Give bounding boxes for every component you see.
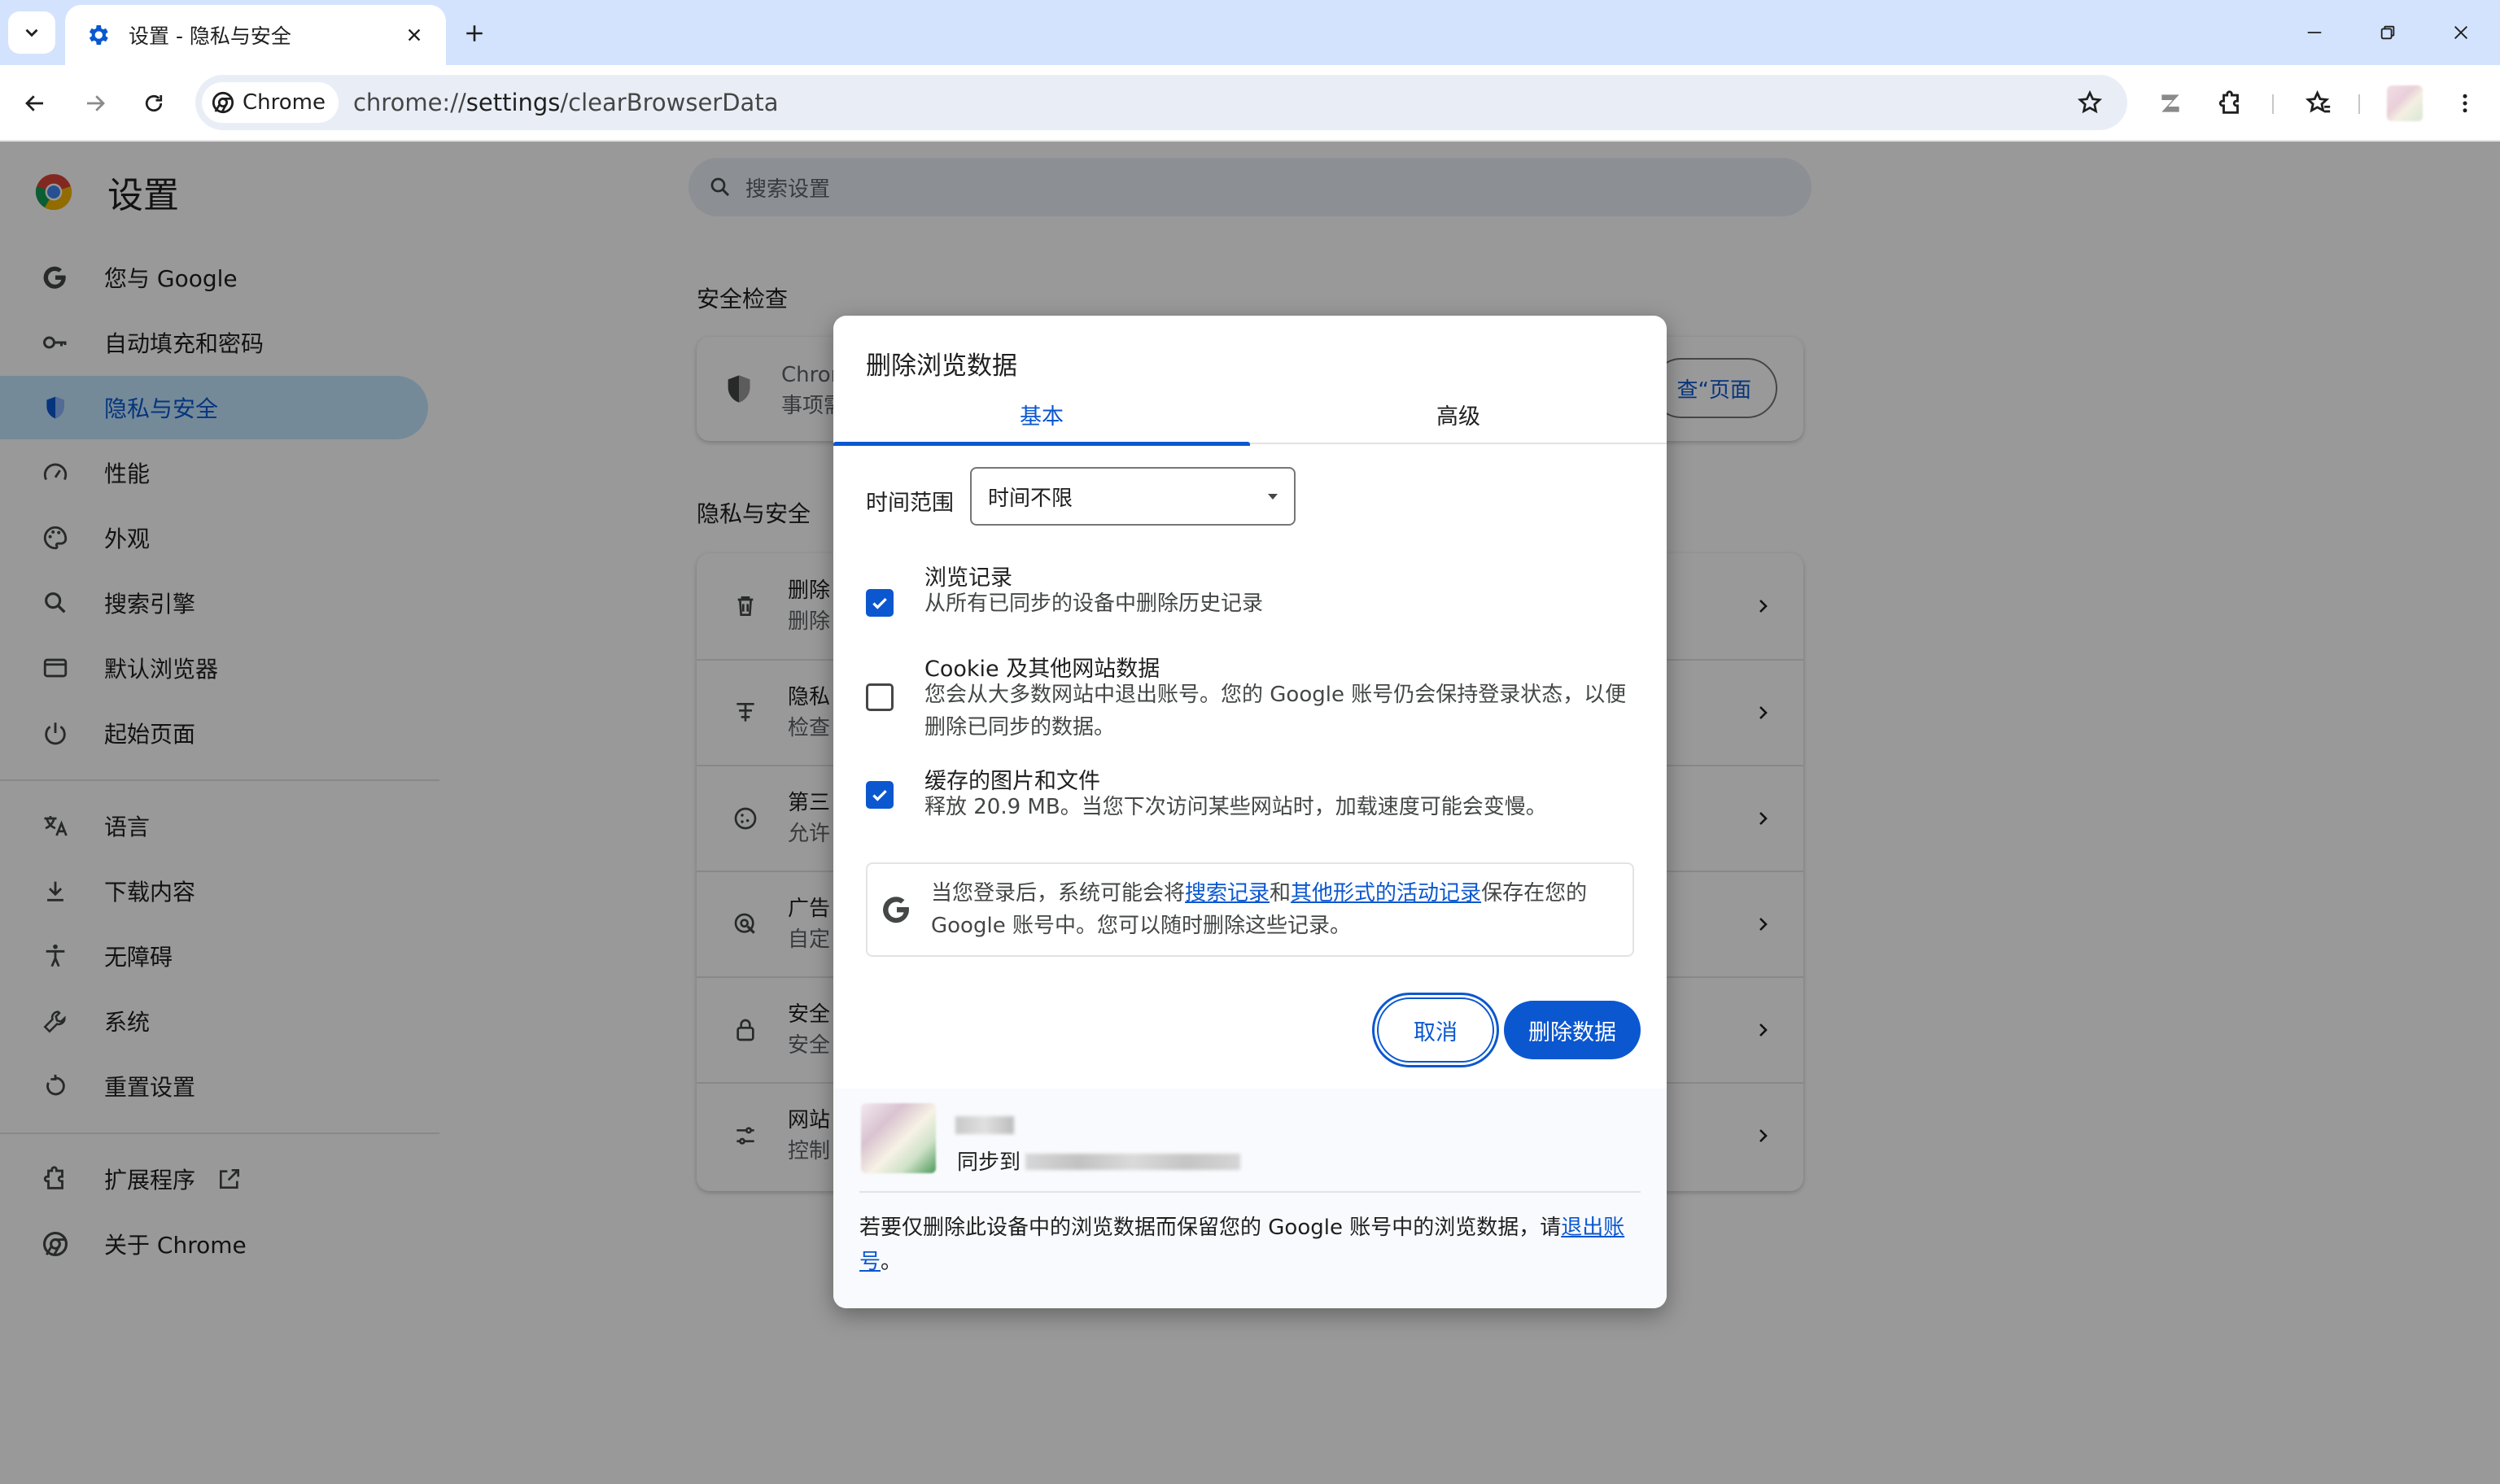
sync-label: 同步到 (957, 1150, 1021, 1175)
delete-data-button[interactable]: 删除数据 (1504, 1001, 1641, 1059)
profile-avatar (2387, 85, 2423, 121)
extension-z-button[interactable] (2150, 83, 2191, 124)
check-icon (872, 597, 887, 609)
clear-browsing-data-dialog: 删除浏览数据 基本 高级 时间范围 时间不限 浏览记录 从所有已同步的设备中删除… (833, 316, 1667, 1308)
time-range-select[interactable]: 时间不限 (970, 467, 1296, 526)
chip-label: Chrome (243, 90, 326, 115)
toolbar-divider (2358, 94, 2360, 114)
browser-toolbar: Chrome chrome://settings/clearBrowserDat… (0, 65, 2500, 142)
close-icon (2454, 26, 2467, 39)
close-icon (408, 28, 421, 41)
search-history-link[interactable]: 搜索记录 (1185, 881, 1270, 906)
plus-icon (466, 25, 483, 41)
notice-text: 当您登录后，系统可能会将搜索记录和其他形式的活动记录保存在您的 Google 账… (931, 881, 1588, 938)
arrow-right-icon (87, 95, 105, 111)
checkbox-browsing-history[interactable] (866, 589, 894, 617)
other-activity-link[interactable]: 其他形式的活动记录 (1291, 881, 1481, 906)
forward-button[interactable] (75, 83, 116, 124)
google-activity-notice: 当您登录后，系统可能会将搜索记录和其他形式的活动记录保存在您的 Google 账… (866, 862, 1634, 957)
tab-search-button[interactable] (8, 11, 55, 54)
menu-button[interactable] (2445, 83, 2485, 124)
site-info-chip[interactable]: Chrome (202, 82, 339, 123)
tab-close-button[interactable] (402, 23, 426, 47)
chrome-icon (212, 91, 234, 114)
account-avatar (861, 1103, 936, 1173)
checkbox-cookies[interactable] (866, 683, 894, 711)
chevron-down-icon (25, 28, 38, 37)
bookmark-star-button[interactable] (2074, 86, 2106, 119)
dialog-tabs: 基本 高级 (833, 397, 1667, 446)
time-range-label: 时间范围 (866, 491, 954, 516)
tab-advanced[interactable]: 高级 (1250, 397, 1667, 444)
restore-icon (2380, 25, 2395, 40)
cancel-button[interactable]: 取消 (1372, 993, 1499, 1067)
option-description: 从所有已同步的设备中删除历史记录 (924, 591, 1264, 616)
option-description: 您会从大多数网站中退出账号。您的 Google 账号仍会保持登录状态，以便删除已… (924, 683, 1627, 740)
bookmarks-button[interactable] (2298, 83, 2339, 124)
star-list-icon (2305, 89, 2331, 113)
active-tab[interactable]: 设置 - 隐私与安全 (65, 5, 446, 65)
arrow-left-icon (25, 95, 43, 111)
tab-title: 设置 - 隐私与安全 (129, 24, 291, 48)
minimize-button[interactable] (2290, 13, 2339, 52)
check-icon (872, 789, 887, 801)
toolbar-divider (2272, 94, 2274, 114)
time-range-value: 时间不限 (988, 486, 1073, 511)
settings-gear-icon (89, 25, 108, 45)
star-outline-icon (2077, 89, 2103, 114)
google-g-icon (883, 897, 909, 923)
profile-button[interactable] (2384, 83, 2425, 124)
tab-basic[interactable]: 基本 (833, 397, 1250, 446)
window-close-button[interactable] (2437, 13, 2485, 52)
dropdown-arrow-icon (1268, 494, 1278, 500)
more-vert-icon (2463, 94, 2467, 113)
reload-icon (145, 94, 163, 112)
account-email-redacted (1025, 1154, 1240, 1170)
back-button[interactable] (15, 83, 55, 124)
dialog-footer: 同步到 若要仅删除此设备中的浏览数据而保留您的 Google 账号中的浏览数据，… (833, 1089, 1667, 1308)
checkbox-cached-images[interactable] (866, 781, 894, 809)
option-description: 释放 20.9 MB。当您下次访问某些网站时，加载速度可能会变慢。 (924, 795, 1547, 819)
dialog-title: 删除浏览数据 (866, 351, 1017, 381)
url-text[interactable]: chrome://settings/clearBrowserData (353, 89, 779, 116)
reload-button[interactable] (133, 83, 174, 124)
footer-divider (859, 1191, 1641, 1193)
puzzle-icon (2218, 90, 2239, 114)
extensions-button[interactable] (2210, 83, 2251, 124)
account-name-redacted (955, 1116, 1014, 1134)
minimize-icon (2307, 32, 2322, 33)
new-tab-button[interactable] (456, 15, 493, 52)
sign-out-notice: 若要仅删除此设备中的浏览数据而保留您的 Google 账号中的浏览数据，请退出账… (859, 1216, 1625, 1274)
z-extension-icon (2161, 94, 2179, 112)
title-bar: 设置 - 隐私与安全 (0, 0, 2500, 65)
restore-button[interactable] (2363, 13, 2412, 52)
address-bar[interactable]: Chrome chrome://settings/clearBrowserDat… (195, 75, 2127, 130)
